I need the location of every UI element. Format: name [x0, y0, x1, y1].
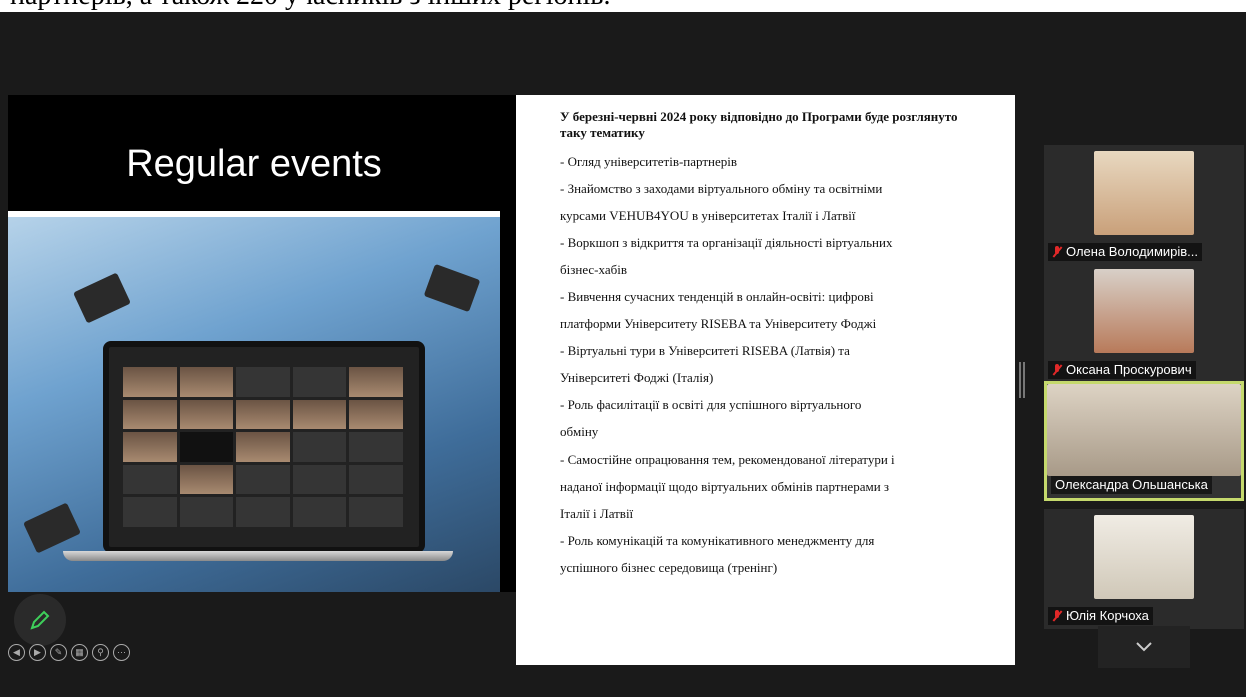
annotate-pen-button[interactable]	[14, 594, 66, 646]
participant-name: Олександра Ольшанська	[1051, 476, 1212, 494]
video-tile	[349, 399, 403, 430]
doc-heading: У березні-червні 2024 року відповідно до…	[560, 109, 958, 140]
grid-icon[interactable]: ▦	[71, 644, 88, 661]
participant-name: Юлія Корчоха	[1048, 607, 1153, 625]
participant-video[interactable]: Оксана Проскурович	[1044, 263, 1244, 383]
top-caption-strip: партнерів, а також 220 учасників з інших…	[0, 0, 1246, 12]
doc-line: - Віртуальні тури в Університеті RISEBA …	[560, 343, 850, 358]
document-slide: У березні-червні 2024 року відповідно до…	[516, 95, 1015, 665]
doc-line: - Самостійне опрацювання тем, рекомендов…	[560, 452, 895, 467]
doc-line: обміну	[560, 424, 599, 439]
video-tile	[123, 432, 177, 462]
prev-icon[interactable]: ◀	[8, 644, 25, 661]
participant-video[interactable]: Олена Володимирів...	[1044, 145, 1244, 265]
video-tile	[292, 367, 347, 397]
participant-video[interactable]: Юлія Корчоха	[1044, 509, 1244, 629]
doc-line: курсами VEHUB4YOU в університетах Італії…	[560, 208, 856, 223]
video-tile	[349, 432, 403, 462]
pen-icon[interactable]: ✎	[50, 644, 67, 661]
scroll-down-button[interactable]	[1098, 626, 1190, 668]
panel-resize-handle[interactable]	[1019, 362, 1025, 398]
doc-line: - Роль комунікацій та комунікативного ме…	[560, 533, 875, 548]
doc-line: - Роль фасилітації в освіті для успішног…	[560, 397, 862, 412]
doc-line: - Огляд університетів-партнерів	[560, 154, 738, 169]
video-tile	[123, 464, 177, 495]
muted-mic-icon	[1052, 610, 1062, 622]
muted-mic-icon	[1052, 364, 1062, 376]
slide-toolbar: ◀ ▶ ✎ ▦ ⚲ ⋯	[8, 644, 130, 664]
participant-photo	[1047, 384, 1241, 476]
zoom-icon[interactable]: ⚲	[92, 644, 109, 661]
top-caption: партнерів, а також 220 учасників з інших…	[10, 0, 611, 12]
chevron-down-icon	[1136, 642, 1152, 652]
video-tile	[179, 367, 234, 397]
doc-line: - Воркшоп з відкриття та організації дія…	[560, 235, 893, 250]
video-tile	[349, 464, 403, 495]
video-tile	[292, 399, 347, 430]
doc-line: наданої інформації щодо віртуальних обмі…	[560, 479, 890, 494]
video-tile	[123, 399, 177, 430]
participant-video-active-speaker[interactable]: Олександра Ольшанська	[1044, 381, 1244, 501]
video-tile	[179, 464, 234, 495]
doc-line: Університеті Фоджі (Італія)	[560, 370, 714, 385]
graduation-cap-icon	[73, 272, 131, 324]
slide-photo	[8, 211, 500, 592]
shared-slide: Regular events	[8, 95, 516, 592]
video-tile	[349, 367, 403, 397]
video-tile	[179, 497, 234, 527]
video-tile	[236, 367, 290, 397]
doc-line: успішного бізнес середовища (тренінг)	[560, 560, 778, 575]
video-tile	[123, 497, 177, 527]
participant-photo	[1094, 151, 1194, 235]
doc-line: Італії і Латвії	[560, 506, 634, 521]
participant-photo	[1094, 515, 1194, 599]
pen-icon	[30, 610, 50, 630]
video-grid	[123, 367, 403, 527]
video-tile	[349, 497, 403, 527]
laptop-base	[63, 551, 453, 561]
video-tile	[236, 497, 290, 527]
video-tile	[179, 432, 234, 462]
muted-mic-icon	[1052, 246, 1062, 258]
next-icon[interactable]: ▶	[29, 644, 46, 661]
video-tile	[179, 399, 234, 430]
photo-top-band	[8, 211, 500, 217]
doc-line: - Вивчення сучасних тенденцій в онлайн-о…	[560, 289, 874, 304]
video-tile	[123, 367, 177, 397]
doc-line: - Знайомство з заходами віртуального обм…	[560, 181, 883, 196]
video-tile	[236, 464, 290, 495]
video-tile	[292, 464, 347, 495]
doc-line: бізнес-хабів	[560, 262, 627, 277]
video-tile	[292, 432, 347, 462]
more-icon[interactable]: ⋯	[113, 644, 130, 661]
graduation-cap-icon	[423, 263, 481, 313]
participant-name: Олена Володимирів...	[1048, 243, 1202, 261]
laptop-screen	[103, 341, 425, 553]
participant-name: Оксана Проскурович	[1048, 361, 1196, 379]
slide-title: Regular events	[126, 143, 382, 185]
video-tile	[292, 497, 347, 527]
graduation-cap-icon	[23, 502, 81, 554]
video-tile	[236, 399, 290, 430]
doc-line: платформи Університету RISEBA та Універс…	[560, 316, 877, 331]
video-tile	[236, 432, 290, 462]
participant-photo	[1094, 269, 1194, 353]
